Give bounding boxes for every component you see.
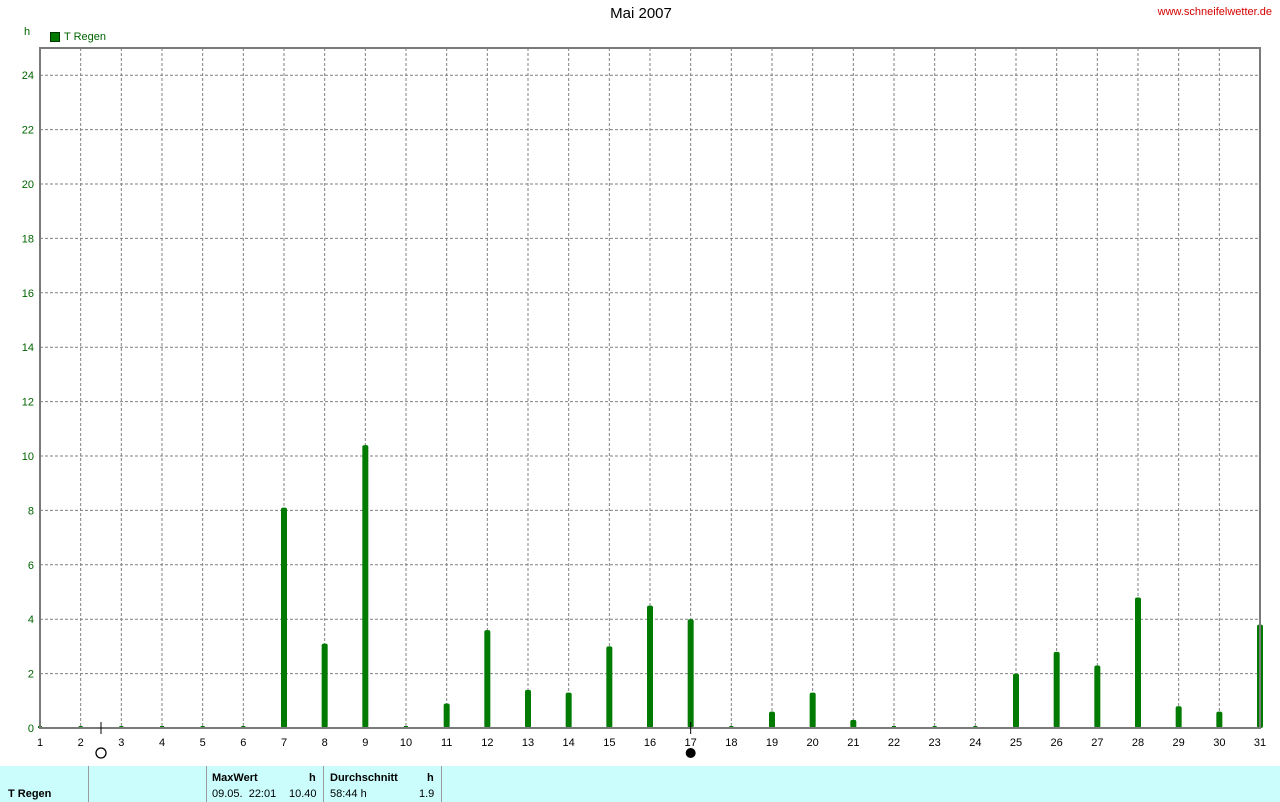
bar: [1094, 665, 1101, 728]
chart-canvas: 0246810121416182022241 2 3 4 5 6 7 8 9 10 11 12 13 14…: [22, 47, 1266, 759]
x-tick-label: 24: [969, 737, 981, 749]
x-tick-label: 11: [441, 737, 452, 749]
y-tick-label: 18: [22, 233, 34, 245]
bar: [443, 703, 450, 728]
y-tick-label: 10: [22, 451, 34, 463]
bar: [1175, 706, 1182, 728]
stats-divider: [323, 766, 324, 802]
y-tick-label: 24: [22, 70, 34, 82]
bar: [1216, 711, 1223, 728]
bar: [769, 711, 775, 728]
y-tick-label: 6: [28, 560, 34, 572]
bar: [484, 630, 491, 728]
x-tick-label: 19: [766, 737, 778, 749]
y-tick-label: 14: [22, 342, 34, 354]
x-tick-label: 23: [929, 737, 941, 749]
bar: [687, 619, 694, 728]
x-tick-label: 20: [807, 737, 819, 749]
stats-avg-value: 1.9: [419, 788, 435, 800]
bar: [647, 605, 653, 728]
bar: [525, 689, 531, 728]
bars: [38, 445, 1263, 728]
legend-swatch-icon: [50, 32, 60, 42]
stats-series-label: T Regen: [8, 788, 52, 800]
chart-title: Mai 2007: [610, 5, 672, 22]
x-tick-label: 3: [118, 737, 124, 749]
stats-max-time: 09.05. 22:01: [212, 788, 277, 800]
x-tick-label: 28: [1132, 737, 1144, 749]
y-tick-label: 2: [28, 669, 34, 681]
bar: [606, 646, 613, 728]
y-tick-label: 0: [28, 723, 34, 735]
new-moon-icon: [685, 748, 696, 758]
stats-divider: [206, 766, 207, 802]
y-tick-label: 20: [22, 179, 34, 191]
bar: [321, 643, 328, 728]
y-tick-label: 16: [22, 288, 34, 300]
x-tick-label: 26: [1051, 737, 1063, 749]
x-tick-label: 30: [1213, 737, 1225, 749]
stats-divider: [88, 766, 89, 802]
x-tick-label: 1: [37, 737, 43, 749]
full-moon-icon: [95, 747, 107, 759]
x-tick-label: 21: [847, 737, 859, 749]
x-tick-label: 5: [200, 737, 206, 749]
stats-max-value: 10.40: [289, 788, 317, 800]
bar: [1013, 673, 1019, 728]
legend-label: T Regen: [64, 31, 106, 43]
y-axis-unit-label: h: [24, 26, 31, 38]
stats-avg-total: 58:44 h: [330, 788, 367, 800]
stats-avg-unit: h: [427, 772, 434, 784]
bar: [809, 692, 816, 728]
x-tick-label: 18: [725, 737, 737, 749]
x-tick-label: 14: [563, 737, 575, 749]
bar: [1135, 597, 1141, 728]
x-tick-label: 10: [400, 737, 412, 749]
stats-avg-header: Durchschnitt: [330, 772, 398, 784]
axes: 0246810121416182022241 2 3 4 5 6 7 8 9 10 11 12 13 14…: [22, 47, 1266, 749]
x-tick-label: 2: [78, 737, 84, 749]
x-tick-label: 29: [1173, 737, 1185, 749]
stats-max-header: MaxWert: [212, 772, 258, 784]
bar: [281, 507, 287, 728]
x-tick-label: 7: [281, 737, 287, 749]
x-tick-label: 31: [1254, 737, 1266, 749]
bar: [565, 692, 572, 728]
y-tick-label: 8: [28, 505, 34, 517]
x-tick-label: 4: [159, 737, 165, 749]
x-tick-label: 25: [1010, 737, 1022, 749]
x-tick-label: 15: [603, 737, 615, 749]
x-tick-label: 9: [362, 737, 368, 749]
stats-max-unit: h: [309, 772, 316, 784]
legend: T Regen: [50, 31, 106, 43]
x-tick-label: 8: [322, 737, 328, 749]
bar: [1053, 651, 1060, 728]
bar: [850, 719, 857, 728]
y-tick-label: 12: [22, 397, 34, 409]
x-tick-label: 22: [888, 737, 900, 749]
site-url[interactable]: www.schneifelwetter.de: [1158, 6, 1272, 18]
y-tick-label: 4: [28, 614, 34, 626]
bar: [362, 445, 369, 728]
x-tick-label: 27: [1091, 737, 1103, 749]
x-tick-label: 12: [481, 737, 493, 749]
x-tick-label: 13: [522, 737, 534, 749]
x-tick-label: 16: [644, 737, 656, 749]
x-tick-label: 17: [685, 737, 697, 749]
stats-divider: [441, 766, 442, 802]
x-tick-label: 6: [240, 737, 246, 749]
stats-panel: T Regen MaxWert h 09.05. 22:01 10.40 Dur…: [0, 766, 1280, 802]
y-tick-label: 22: [22, 125, 34, 137]
